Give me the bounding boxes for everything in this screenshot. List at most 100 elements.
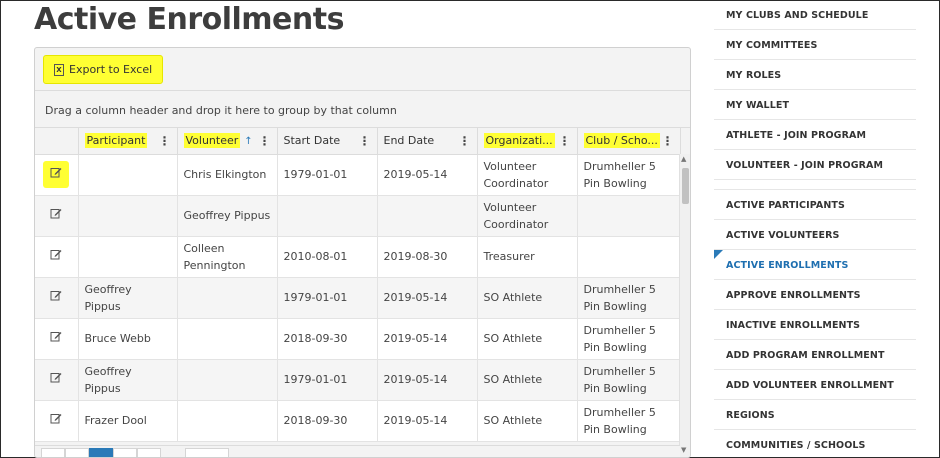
column-header-edit — [35, 128, 79, 155]
edit-icon — [50, 412, 62, 424]
pager-first-button[interactable] — [41, 448, 65, 457]
start-date-cell: 2010-08-01 — [277, 236, 378, 278]
column-menu-icon[interactable]: ⋮ — [359, 134, 371, 148]
column-header-participant[interactable]: Participant ⋮ — [78, 128, 178, 155]
scroll-up-icon[interactable]: ▲ — [681, 155, 686, 163]
sidebar-item-inactive-enrollments[interactable]: INACTIVE ENROLLMENTS — [714, 310, 916, 340]
sidebar-item-label: ADD VOLUNTEER ENROLLMENT — [726, 380, 894, 391]
sidebar-item-my-committees[interactable]: MY COMMITTEES — [714, 30, 916, 60]
start-date-cell: 1979-01-01 — [277, 359, 378, 401]
pager-page-button[interactable] — [89, 448, 113, 457]
organization-cell: Volunteer Coordinator — [477, 195, 578, 237]
column-header-volunteer[interactable]: Volunteer ↑ ⋮ — [177, 128, 278, 155]
sidebar-group-my: MY CLUBS AND SCHEDULE MY COMMITTEES MY ROL… — [714, 0, 916, 180]
sidebar-item-regions[interactable]: REGIONS — [714, 400, 916, 430]
participant-cell — [78, 195, 178, 237]
table-row[interactable]: Geoffrey Pippus 1979-01-01 2019-05-14 SO At… — [35, 359, 681, 401]
sidebar-item-volunteer-join-program[interactable]: VOLUNTEER - JOIN PROGRAM — [714, 150, 916, 180]
table-row[interactable]: Bruce Webb 2018-09-30 2019-05-14 SO Athlete… — [35, 318, 681, 360]
sidebar-item-approve-enrollments[interactable]: APPROVE ENROLLMENTS — [714, 280, 916, 310]
sidebar-nav: MY CLUBS AND SCHEDULE MY COMMITTEES MY ROL… — [714, 0, 916, 458]
sidebar-item-athlete-join-program[interactable]: ATHLETE - JOIN PROGRAM — [714, 120, 916, 150]
sidebar-item-my-clubs-and-schedule[interactable]: MY CLUBS AND SCHEDULE — [714, 0, 916, 30]
sidebar-item-label: REGIONS — [726, 410, 775, 421]
edit-cell — [35, 195, 79, 237]
column-header-start-date[interactable]: Start Date ⋮ — [277, 128, 378, 155]
export-to-excel-button[interactable]: X Export to Excel — [43, 55, 164, 84]
sidebar-item-active-volunteers[interactable]: ACTIVE VOLUNTEERS — [714, 220, 916, 250]
header-label: Organizati... — [483, 133, 555, 149]
column-header-end-date[interactable]: End Date ⋮ — [377, 128, 478, 155]
sidebar-item-label: APPROVE ENROLLMENTS — [726, 290, 861, 301]
club-school-cell: Drumheller 5 Pin Bowling — [577, 400, 681, 442]
sidebar-divider — [714, 180, 916, 190]
column-header-organization[interactable]: Organizati... ⋮ — [477, 128, 578, 155]
sidebar-item-my-roles[interactable]: MY ROLES — [714, 60, 916, 90]
table-row[interactable]: Colleen Pennington 2010-08-01 2019-08-30 Tr… — [35, 236, 681, 278]
table-row[interactable]: Geoffrey Pippus 1979-01-01 2019-05-14 SO At… — [35, 277, 681, 319]
participant-cell: Geoffrey Pippus — [78, 359, 178, 401]
column-menu-icon[interactable]: ⋮ — [259, 134, 271, 148]
sidebar-item-active-enrollments[interactable]: ACTIVE ENROLLMENTS — [714, 250, 916, 280]
pager-last-button[interactable] — [137, 448, 161, 457]
participant-cell — [78, 236, 178, 278]
table-row[interactable]: Frazer Dool 2018-09-30 2019-05-14 SO Athlet… — [35, 400, 681, 442]
sidebar-item-label: ADD PROGRAM ENROLLMENT — [726, 350, 885, 361]
pager-prev-button[interactable] — [65, 448, 89, 457]
sidebar-item-label: ACTIVE ENROLLMENTS — [726, 260, 849, 271]
grid-pager — [35, 445, 680, 457]
edit-cell — [35, 277, 79, 319]
table-row[interactable]: Geoffrey Pippus Volunteer Coordinator — [35, 195, 681, 237]
group-drop-zone[interactable]: Drag a column header and drop it here to… — [35, 91, 690, 128]
pager-next-button[interactable] — [113, 448, 137, 457]
edit-cell — [35, 236, 79, 278]
column-header-club-school[interactable]: Club / Scho... ⋮ — [577, 128, 681, 155]
active-marker-icon — [714, 250, 723, 259]
sidebar-item-label: COMMUNITIES / SCHOOLS — [726, 440, 866, 451]
edit-button[interactable] — [50, 209, 62, 222]
end-date-cell: 2019-08-30 — [377, 236, 478, 278]
edit-button[interactable] — [50, 250, 62, 263]
volunteer-cell: Geoffrey Pippus — [177, 195, 278, 237]
sidebar-item-label: VOLUNTEER - JOIN PROGRAM — [726, 160, 884, 171]
edit-cell — [35, 154, 79, 196]
sidebar-item-label: MY WALLET — [726, 100, 790, 111]
sidebar-item-my-wallet[interactable]: MY WALLET — [714, 90, 916, 120]
scroll-thumb[interactable] — [682, 168, 689, 204]
club-school-cell: Drumheller 5 Pin Bowling — [577, 277, 681, 319]
header-label: Club / Scho... — [583, 133, 660, 149]
grid-vertical-scrollbar[interactable]: ▲ ▼ — [679, 154, 690, 457]
page-size-select[interactable] — [185, 448, 229, 457]
sidebar-group-admin: ACTIVE PARTICIPANTS ACTIVE VOLUNTEERS ACTI… — [714, 190, 916, 458]
participant-cell — [78, 154, 178, 196]
table-row[interactable]: Chris Elkington 1979-01-01 2019-05-14 Volun… — [35, 154, 681, 196]
sidebar-item-add-program-enrollment[interactable]: ADD PROGRAM ENROLLMENT — [714, 340, 916, 370]
sidebar-item-active-participants[interactable]: ACTIVE PARTICIPANTS — [714, 190, 916, 220]
volunteer-cell — [177, 359, 278, 401]
column-menu-icon[interactable]: ⋮ — [662, 134, 674, 148]
edit-button[interactable] — [50, 291, 62, 304]
sidebar-item-add-volunteer-enrollment[interactable]: ADD VOLUNTEER ENROLLMENT — [714, 370, 916, 400]
volunteer-cell: Colleen Pennington — [177, 236, 278, 278]
club-school-cell — [577, 236, 681, 278]
grid-toolbar: X Export to Excel — [35, 48, 690, 91]
excel-icon: X — [54, 63, 64, 76]
participant-cell: Frazer Dool — [78, 400, 178, 442]
organization-cell: SO Athlete — [477, 318, 578, 360]
edit-button[interactable] — [50, 373, 62, 386]
sidebar-item-communities-schools[interactable]: COMMUNITIES / SCHOOLS — [714, 430, 916, 458]
edit-icon — [50, 166, 62, 178]
column-menu-icon[interactable]: ⋮ — [559, 134, 571, 148]
start-date-cell: 2018-09-30 — [277, 400, 378, 442]
edit-button[interactable] — [50, 414, 62, 427]
enrollments-table: Participant ⋮ Volunteer ↑ ⋮ Start Date ⋮ End… — [35, 128, 681, 442]
end-date-cell — [377, 195, 478, 237]
scroll-down-icon[interactable]: ▼ — [681, 446, 686, 454]
edit-icon — [50, 248, 62, 260]
column-menu-icon[interactable]: ⋮ — [159, 134, 171, 148]
edit-button[interactable] — [50, 332, 62, 345]
column-menu-icon[interactable]: ⋮ — [459, 134, 471, 148]
export-label: Export to Excel — [69, 63, 153, 76]
club-school-cell: Drumheller 5 Pin Bowling — [577, 318, 681, 360]
edit-button[interactable] — [43, 161, 70, 188]
